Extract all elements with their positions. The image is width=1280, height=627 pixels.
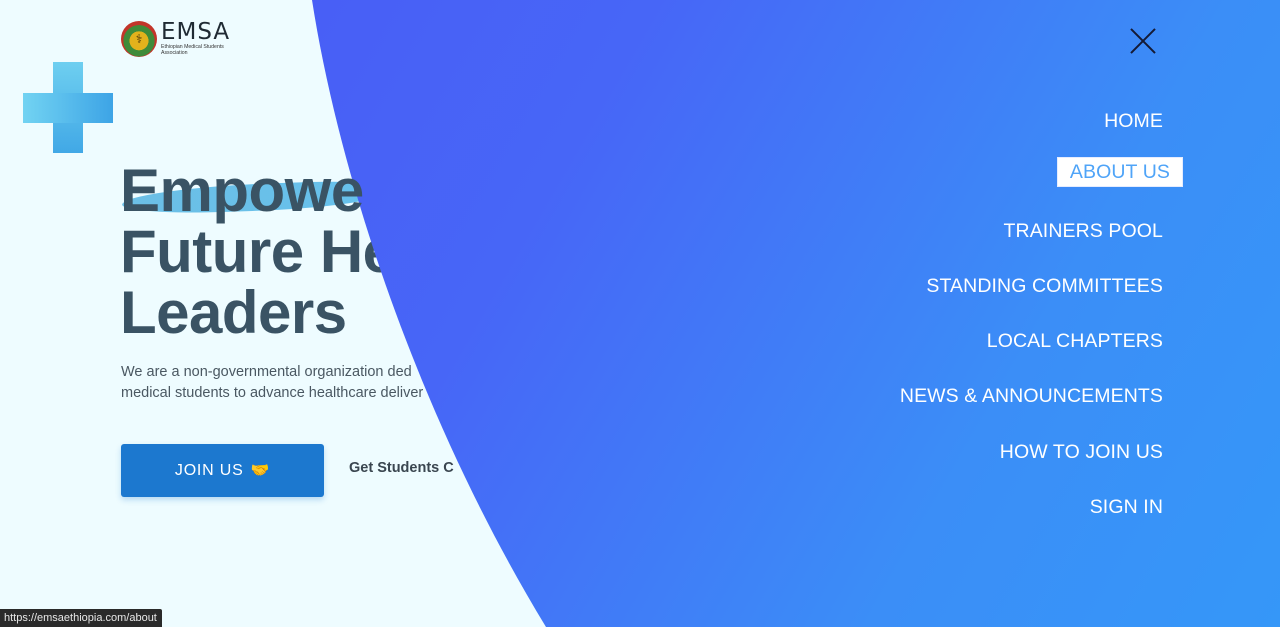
page: ⚕ EMSA Ethiopian Medical Students Associ… [0, 0, 1280, 627]
site-logo[interactable]: ⚕ EMSA Ethiopian Medical Students Associ… [121, 21, 233, 57]
menu-link-how-to-join-us[interactable]: HOW TO JOIN US [1000, 438, 1163, 466]
menu-link-sign-in[interactable]: SIGN IN [1090, 493, 1163, 521]
menu-link-about-us[interactable]: ABOUT US [1056, 157, 1183, 188]
hero-headline: Empowe Future He Leaders [120, 160, 396, 343]
menu-link-trainers-pool[interactable]: TRAINERS POOL [1004, 217, 1164, 245]
menu-item-about-us: ABOUT US [900, 157, 1183, 212]
logo-subtitle: Ethiopian Medical Students Association [161, 44, 224, 56]
logo-text: EMSA Ethiopian Medical Students Associat… [161, 21, 233, 57]
link-status-bar: https://emsaethiopia.com/about [0, 609, 162, 627]
close-icon[interactable] [1128, 26, 1158, 56]
get-students-link[interactable]: Get Students C [349, 460, 454, 476]
menu-item-standing-committees: STANDING COMMITTEES [900, 267, 1163, 322]
menu-link-local-chapters[interactable]: LOCAL CHAPTERS [987, 327, 1163, 355]
menu-item-home: HOME [900, 102, 1163, 157]
menu-item-sign-in: SIGN IN [900, 488, 1163, 543]
main-menu: HOME ABOUT US TRAINERS POOL STANDING COM… [900, 102, 1183, 543]
emsa-seal-icon: ⚕ [121, 21, 157, 57]
intro-line-2: medical students to advance healthcare d… [121, 385, 424, 401]
menu-link-news-announcements[interactable]: NEWS & ANNOUNCEMENTS [900, 382, 1163, 410]
join-us-label: JOIN US [174, 461, 244, 479]
headline-line-1: Empowe [120, 160, 396, 221]
join-us-button[interactable]: JOIN US 🤝 [121, 444, 324, 497]
menu-item-how-to-join-us: HOW TO JOIN US [900, 433, 1163, 488]
intro-line-1: We are a non-governmental organization d… [121, 364, 412, 380]
headline-line-3: Leaders [120, 279, 347, 346]
menu-link-standing-committees[interactable]: STANDING COMMITTEES [926, 272, 1163, 300]
plus-horizontal-bar [23, 93, 113, 123]
menu-item-trainers-pool: TRAINERS POOL [900, 212, 1163, 267]
medical-plus-icon [23, 62, 113, 153]
headline-line-1-text: Empowe [120, 157, 364, 224]
handshake-icon: 🤝 [250, 462, 271, 479]
headline-line-2: Future He [120, 218, 396, 285]
menu-item-local-chapters: LOCAL CHAPTERS [900, 322, 1163, 377]
menu-item-news-announcements: NEWS & ANNOUNCEMENTS [900, 377, 1163, 432]
logo-name: EMSA [161, 19, 231, 46]
menu-link-home[interactable]: HOME [1104, 107, 1163, 135]
